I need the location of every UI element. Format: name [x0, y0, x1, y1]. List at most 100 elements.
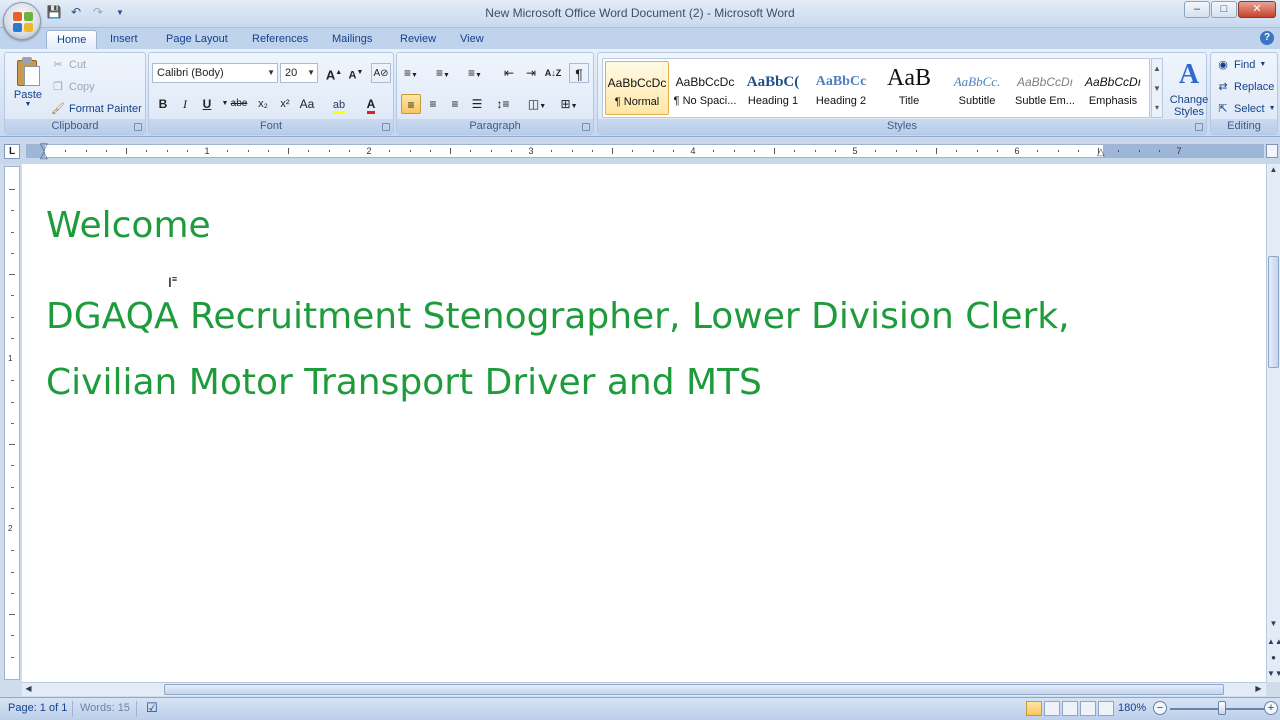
tab-insert[interactable]: Insert — [100, 30, 148, 49]
document-line[interactable]: Welcome — [46, 208, 211, 244]
proofing-icon[interactable]: ☑ — [146, 700, 158, 716]
ruler-tick — [612, 148, 613, 154]
tab-review[interactable]: Review — [390, 30, 446, 49]
copy-button[interactable]: ❐ Copy — [51, 78, 95, 96]
close-button[interactable]: ✕ — [1238, 1, 1276, 18]
bold-button[interactable]: B — [153, 94, 173, 114]
document-line[interactable]: Civilian Motor Transport Driver and MTS — [46, 365, 762, 401]
decrease-indent-button[interactable]: ⇤ — [499, 63, 519, 83]
minimize-button[interactable]: – — [1184, 1, 1210, 18]
justify-button[interactable]: ☰ — [467, 94, 487, 114]
italic-button[interactable]: I — [175, 94, 195, 114]
outline-view-button[interactable] — [1080, 701, 1096, 716]
sort-button[interactable]: A↓Z — [543, 63, 563, 83]
style-emphasis[interactable]: AaBbCcDı Emphasis — [1081, 61, 1145, 115]
select-button[interactable]: ⇱ Select ▼ — [1216, 100, 1275, 118]
web-layout-view-button[interactable] — [1062, 701, 1078, 716]
style-title[interactable]: AaB Title — [877, 61, 941, 115]
tab-view[interactable]: View — [450, 30, 494, 49]
page-count[interactable]: Page: 1 of 1 — [8, 702, 67, 714]
numbering-button[interactable]: ≡▼ — [433, 63, 453, 83]
align-right-button[interactable]: ≡ — [445, 94, 465, 114]
change-case-button[interactable]: Aa — [297, 94, 317, 114]
subscript-button[interactable]: x₂ — [253, 94, 273, 114]
format-painter-button[interactable]: 🖌 Format Painter — [51, 100, 142, 118]
paragraph-launcher-icon[interactable] — [582, 123, 590, 131]
word-count[interactable]: Words: 15 — [80, 702, 130, 714]
document-page[interactable]: Welcome DGAQA Recruitment Stenographer, … — [22, 164, 1266, 682]
draft-view-button[interactable] — [1098, 701, 1114, 716]
borders-button[interactable]: ⊞▼ — [559, 94, 579, 114]
tab-references[interactable]: References — [242, 30, 318, 49]
full-screen-reading-view-button[interactable] — [1044, 701, 1060, 716]
tab-selector-button[interactable]: L — [4, 144, 20, 159]
paste-button[interactable]: Paste ▼ — [9, 57, 47, 117]
vertical-scroll-thumb[interactable] — [1268, 256, 1279, 368]
zoom-in-icon[interactable]: + — [1264, 701, 1278, 715]
style-heading-1[interactable]: AaBbC( Heading 1 — [741, 61, 805, 115]
scroll-right-icon[interactable]: ▶ — [1252, 683, 1265, 695]
horizontal-scroll-thumb[interactable] — [164, 684, 1224, 695]
font-family-value: Calibri (Body) — [157, 67, 224, 79]
document-line[interactable]: DGAQA Recruitment Stenographer, Lower Di… — [46, 299, 1070, 335]
clear-formatting-button[interactable]: A⊘ — [371, 63, 391, 83]
find-button[interactable]: ◉ Find ▼ — [1216, 56, 1266, 74]
tab-mailings[interactable]: Mailings — [322, 30, 382, 49]
styles-gallery-scroll[interactable]: ▲ ▼ ▾ — [1151, 58, 1163, 118]
style-heading-2[interactable]: AaBbCc Heading 2 — [809, 61, 873, 115]
zoom-out-icon[interactable]: − — [1153, 701, 1167, 715]
strikethrough-button[interactable]: abe — [229, 94, 249, 114]
highlight-button[interactable]: ab — [329, 94, 349, 114]
print-layout-view-button[interactable] — [1026, 701, 1042, 716]
scroll-down-icon[interactable]: ▼ — [1267, 618, 1280, 630]
chevron-down-icon[interactable]: ▼ — [1152, 79, 1162, 99]
clipboard-launcher-icon[interactable] — [134, 123, 142, 131]
cut-button[interactable]: ✂ Cut — [51, 56, 86, 74]
align-center-button[interactable]: ≡ — [423, 94, 443, 114]
scroll-up-icon[interactable]: ▲ — [1267, 164, 1280, 176]
style-subtle-emphasis[interactable]: AaBbCcDı Subtle Em... — [1013, 61, 1077, 115]
horizontal-ruler[interactable]: ▽ △ △ 1234567 — [26, 142, 1264, 161]
chevron-up-icon[interactable]: ▲ — [1152, 59, 1162, 79]
multilevel-list-button[interactable]: ≡▼ — [465, 63, 485, 83]
grow-font-button[interactable]: A▲ — [324, 63, 344, 83]
replace-button[interactable]: ⇄ Replace — [1216, 78, 1274, 96]
shrink-font-button[interactable]: A▼ — [346, 63, 366, 83]
office-button[interactable] — [3, 2, 41, 40]
browse-object-icon[interactable]: ● — [1267, 652, 1280, 664]
font-size-combo[interactable]: 20 ▼ — [280, 63, 318, 83]
line-spacing-button[interactable]: ↕≡ — [493, 94, 513, 114]
tab-page-layout[interactable]: Page Layout — [156, 30, 238, 49]
hanging-indent-marker[interactable]: △ — [40, 150, 48, 161]
change-styles-button[interactable]: A Change Styles — [1168, 58, 1210, 120]
next-page-icon[interactable]: ▼▼ — [1267, 668, 1280, 680]
font-family-combo[interactable]: Calibri (Body) ▼ — [152, 63, 278, 83]
vertical-scrollbar[interactable]: ▲ ▼ ▲▲ ● ▼▼ — [1266, 164, 1280, 682]
more-icon[interactable]: ▾ — [1152, 99, 1162, 117]
scroll-left-icon[interactable]: ◀ — [22, 683, 35, 695]
view-ruler-icon[interactable] — [1266, 144, 1278, 158]
style-subtitle[interactable]: AaBbCc. Subtitle — [945, 61, 1009, 115]
underline-button[interactable]: U — [197, 94, 217, 114]
style-normal[interactable]: AaBbCcDc ¶ Normal — [605, 61, 669, 115]
bullets-button[interactable]: ≡▼ — [401, 63, 421, 83]
align-left-button[interactable]: ≡ — [401, 94, 421, 114]
font-color-button[interactable]: A — [361, 94, 381, 114]
superscript-button[interactable]: x² — [275, 94, 295, 114]
zoom-slider-handle[interactable] — [1218, 701, 1226, 715]
shading-button[interactable]: ◫▼ — [527, 94, 547, 114]
horizontal-scrollbar[interactable]: ◀ ▶ — [22, 682, 1266, 696]
ruler-tick — [9, 614, 15, 615]
increase-indent-button[interactable]: ⇥ — [521, 63, 541, 83]
styles-launcher-icon[interactable] — [1195, 123, 1203, 131]
previous-page-icon[interactable]: ▲▲ — [1267, 636, 1280, 648]
maximize-button[interactable]: □ — [1211, 1, 1237, 18]
paste-dropdown-icon[interactable]: ▼ — [9, 101, 47, 108]
zoom-level[interactable]: 180% — [1118, 702, 1146, 714]
tab-home[interactable]: Home — [46, 30, 98, 49]
help-icon[interactable]: ? — [1260, 31, 1274, 45]
style-no-spacing[interactable]: AaBbCcDc ¶ No Spaci... — [673, 61, 737, 115]
font-launcher-icon[interactable] — [382, 123, 390, 131]
show-marks-button[interactable]: ¶ — [569, 63, 589, 83]
ruler-tick — [1098, 148, 1099, 154]
